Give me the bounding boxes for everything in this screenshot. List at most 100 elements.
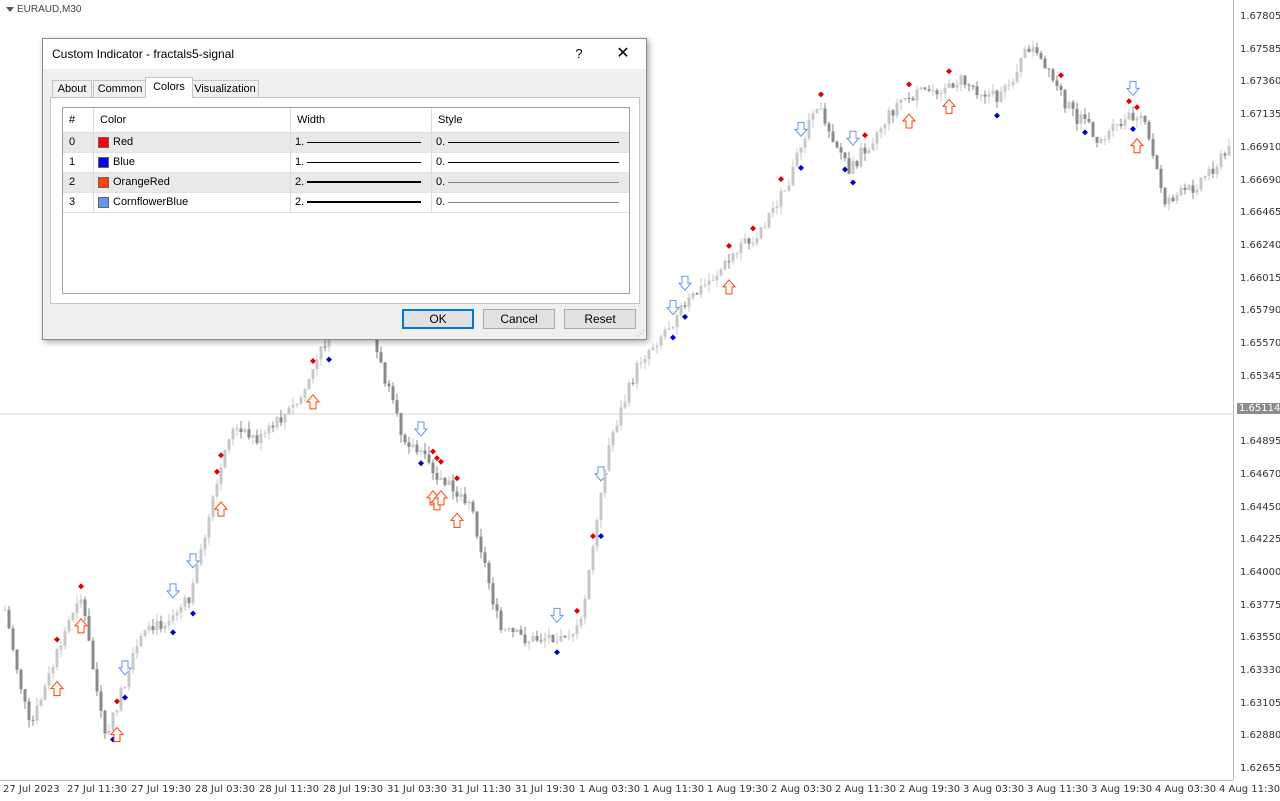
fractal-up-marker (906, 81, 912, 88)
time-tick-label: 2 Aug 03:30 (771, 784, 833, 795)
column-header-index[interactable]: # (63, 108, 94, 132)
candle (747, 237, 751, 250)
candle (403, 433, 407, 445)
ok-button[interactable]: OK (402, 309, 474, 329)
candle (251, 433, 255, 445)
candle (235, 423, 239, 436)
candle (815, 108, 819, 114)
color-cell[interactable]: Red (94, 133, 291, 153)
candle (867, 146, 871, 154)
time-axis[interactable]: 27 Jul 2023 27 Jul 11:30 27 Jul 19:30 28 Ju… (0, 780, 1280, 801)
color-cell[interactable]: CornflowerBlue (94, 193, 291, 213)
style-cell[interactable]: 0. (432, 193, 629, 213)
tab-visualization[interactable]: Visualization (191, 80, 259, 97)
table-row[interactable]: 2 OrangeRed 2. 0. (63, 173, 629, 193)
tab-colors[interactable]: Colors (145, 77, 193, 98)
candle (1019, 57, 1023, 78)
candle (955, 79, 959, 92)
candle (727, 253, 731, 269)
chart-symbol-title: EURAUD,M30 (6, 4, 81, 15)
help-icon[interactable]: ? (565, 44, 593, 64)
time-tick-label: 27 Jul 19:30 (131, 784, 191, 795)
close-icon[interactable]: ✕ (609, 44, 637, 64)
fractal-down-marker (994, 112, 1000, 119)
candle (783, 189, 787, 192)
fractal-up-marker (430, 448, 436, 455)
candle (323, 340, 327, 352)
candle (295, 403, 299, 409)
price-tick-label: 1.65345 (1240, 370, 1280, 382)
fractal-up-marker (218, 452, 224, 459)
candle (103, 709, 107, 739)
candle (1107, 128, 1111, 144)
fractal-down-marker (670, 334, 676, 341)
price-tick-label: 1.62880 (1240, 730, 1280, 742)
price-tick-label: 1.66910 (1240, 141, 1280, 153)
candle (603, 469, 607, 498)
candle (891, 108, 895, 123)
time-tick-label: 4 Aug 03:30 (1155, 784, 1217, 795)
candle (1179, 185, 1183, 197)
candle (95, 662, 99, 697)
buy-arrow-icon (449, 512, 465, 528)
resize-grip-icon[interactable]: ⋰ (637, 330, 645, 338)
table-row[interactable]: 0 Red 1. 0. (63, 133, 629, 153)
column-header-style[interactable]: Style (432, 108, 629, 132)
price-axis[interactable]: 1.67805 1.67585 1.67360 1.67135 1.66910 1.666… (1233, 0, 1280, 780)
color-swatch (98, 137, 109, 148)
candle (1211, 161, 1215, 178)
candle (1159, 164, 1163, 193)
candle (463, 486, 467, 506)
color-cell[interactable]: Blue (94, 153, 291, 173)
candle (1051, 67, 1055, 83)
column-header-color[interactable]: Color (94, 108, 291, 132)
candle (1135, 115, 1139, 128)
candle (663, 326, 667, 341)
column-header-width[interactable]: Width (291, 108, 432, 132)
buy-arrow-icon (901, 113, 917, 129)
time-tick-label: 4 Aug 11:30 (1219, 784, 1280, 795)
time-tick-label: 27 Jul 11:30 (67, 784, 127, 795)
candle (539, 633, 543, 644)
candle (751, 236, 755, 248)
reset-button[interactable]: Reset (564, 309, 636, 329)
table-row[interactable]: 1 Blue 1. 0. (63, 153, 629, 173)
candle (555, 633, 559, 645)
width-cell[interactable]: 2. (291, 193, 432, 213)
style-cell[interactable]: 0. (432, 133, 629, 153)
cancel-button[interactable]: Cancel (483, 309, 555, 329)
candle (315, 354, 319, 377)
candle (1223, 151, 1227, 160)
chart-menu-triangle-icon[interactable] (6, 6, 14, 12)
candle (299, 394, 303, 406)
candle (1067, 100, 1071, 110)
candle (631, 378, 635, 387)
candle (787, 180, 791, 193)
candle (291, 397, 295, 414)
candle (423, 442, 427, 460)
tab-common[interactable]: Common (93, 80, 147, 97)
candle (527, 640, 531, 651)
candle (627, 379, 631, 408)
candle (31, 715, 35, 726)
candle (551, 634, 555, 643)
dialog-titlebar[interactable]: Custom Indicator - fractals5-signal ? ✕ (43, 39, 646, 69)
width-cell[interactable]: 2. (291, 173, 432, 193)
style-cell[interactable]: 0. (432, 153, 629, 173)
tab-about[interactable]: About (52, 80, 92, 97)
width-cell[interactable]: 1. (291, 153, 432, 173)
candle (107, 723, 111, 736)
candle (559, 628, 563, 643)
fractal-down-marker (190, 610, 196, 617)
style-cell[interactable]: 0. (432, 173, 629, 193)
color-cell[interactable]: OrangeRed (94, 173, 291, 193)
candle (643, 354, 647, 369)
fractal-down-marker (418, 460, 424, 467)
fractal-up-marker (574, 607, 580, 614)
candle (1047, 68, 1051, 78)
table-row[interactable]: 3 CornflowerBlue 2. 0. (63, 193, 629, 213)
candle (495, 598, 499, 619)
candle (471, 499, 475, 514)
width-cell[interactable]: 1. (291, 133, 432, 153)
fractal-up-marker (78, 583, 84, 590)
